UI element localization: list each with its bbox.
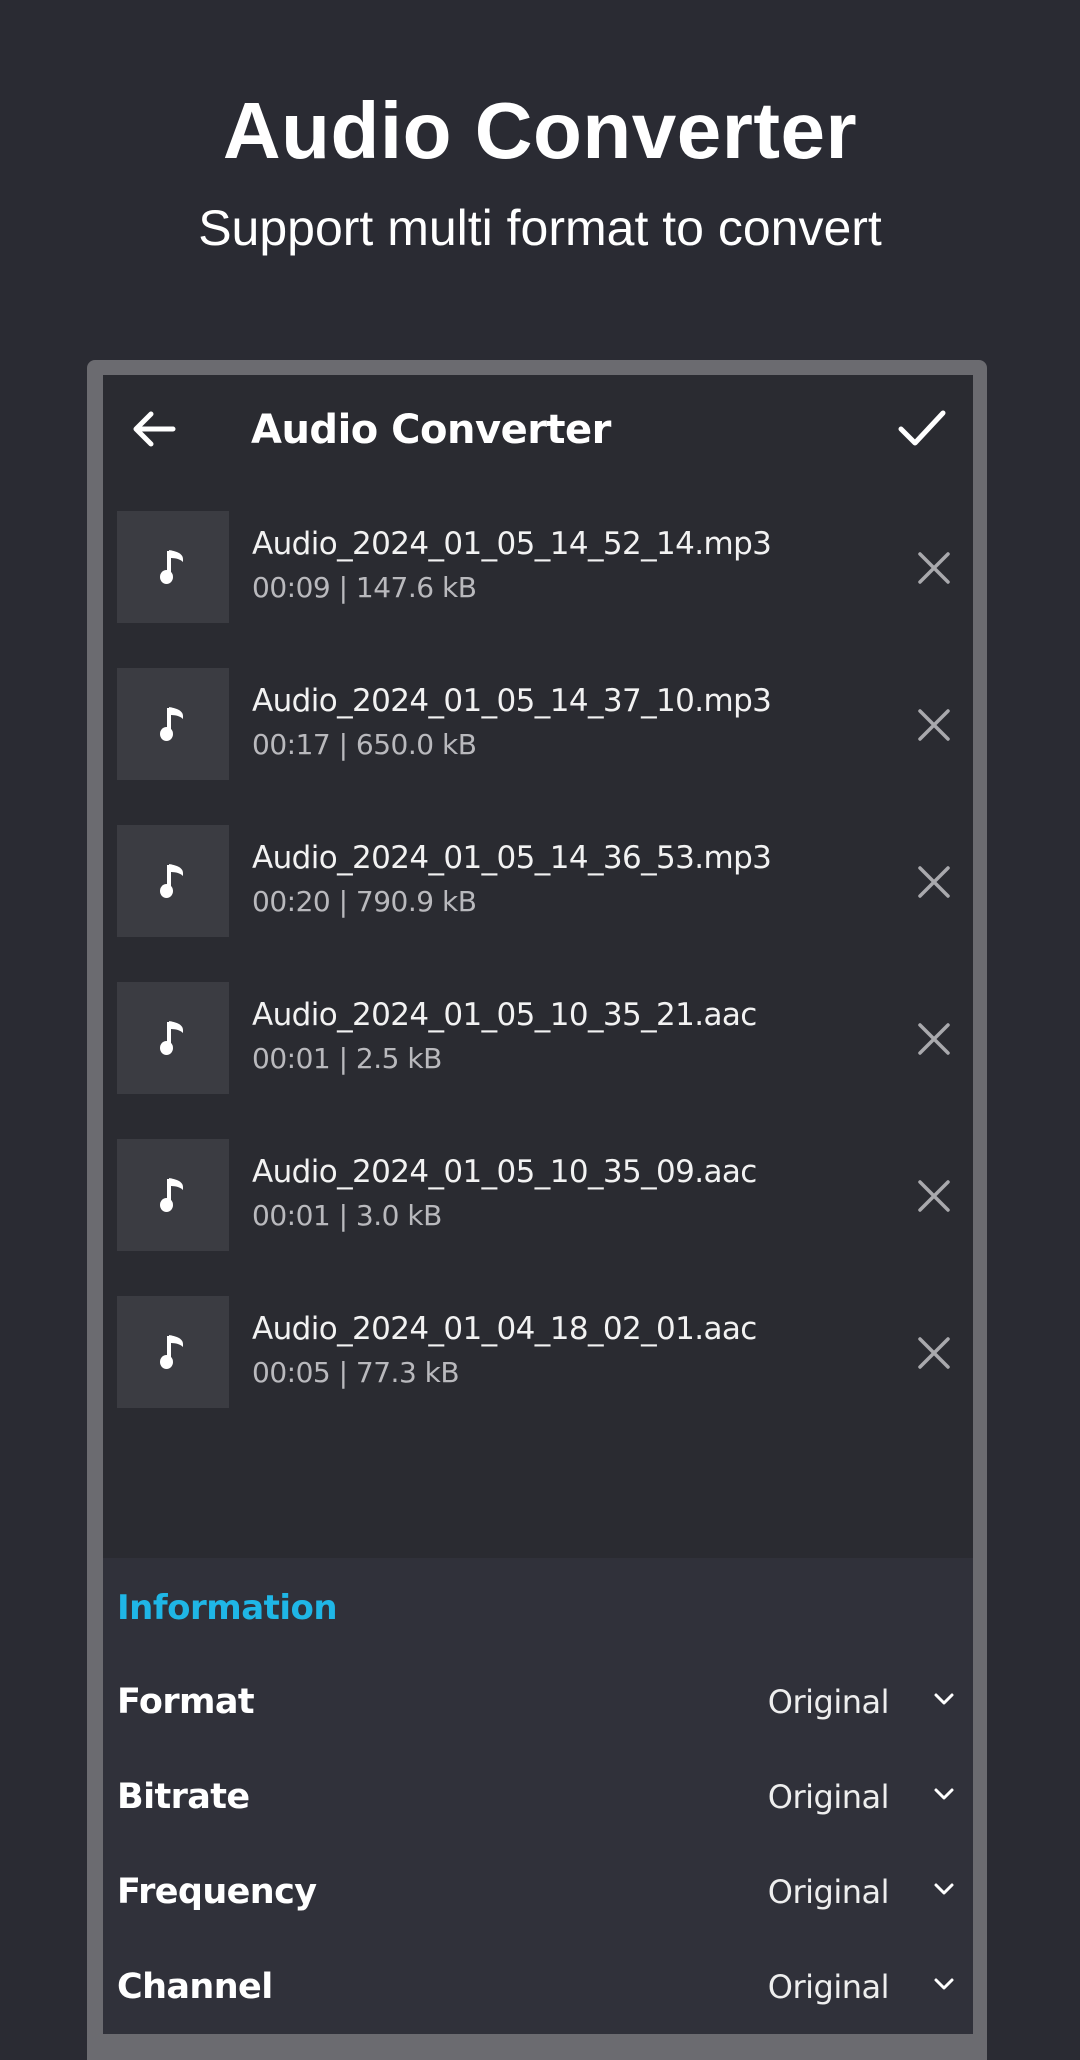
check-icon xyxy=(898,410,946,446)
file-thumbnail xyxy=(117,825,229,937)
file-meta: 00:20 | 790.9 kB xyxy=(252,885,477,918)
remove-file-button[interactable] xyxy=(915,1177,953,1215)
info-dropdown-value[interactable]: Original xyxy=(768,1966,890,2008)
file-thumbnail xyxy=(117,1139,229,1251)
file-name: Audio_2024_01_04_18_02_01.aac xyxy=(252,1311,757,1347)
close-icon xyxy=(918,1023,950,1055)
confirm-button[interactable] xyxy=(897,403,947,453)
file-name: Audio_2024_01_05_14_37_10.mp3 xyxy=(252,683,772,719)
information-panel: Information Format Original Bitrate Orig… xyxy=(103,1558,973,2034)
remove-file-button[interactable] xyxy=(915,863,953,901)
info-dropdown-value[interactable]: Original xyxy=(768,1681,890,1723)
info-label: Format xyxy=(117,1682,255,1722)
close-icon xyxy=(918,709,950,741)
file-thumbnail xyxy=(117,1296,229,1408)
file-thumbnail xyxy=(117,511,229,623)
promo-subtitle: Support multi format to convert xyxy=(198,200,882,256)
file-meta: 00:01 | 3.0 kB xyxy=(252,1199,442,1232)
file-meta: 00:09 | 147.6 kB xyxy=(252,571,477,604)
file-name: Audio_2024_01_05_14_52_14.mp3 xyxy=(252,526,772,562)
remove-file-button[interactable] xyxy=(915,706,953,744)
remove-file-button[interactable] xyxy=(915,1334,953,1372)
file-meta: 00:01 | 2.5 kB xyxy=(252,1042,442,1075)
file-list-item[interactable]: Audio_2024_01_05_10_35_21.aac 00:01 | 2.… xyxy=(103,982,973,1139)
info-label: Frequency xyxy=(117,1872,317,1912)
info-label: Channel xyxy=(117,1967,273,2007)
close-icon xyxy=(918,1180,950,1212)
chevron-down-icon xyxy=(934,1978,954,1990)
music-note-icon xyxy=(160,1178,183,1212)
info-row-bitrate[interactable]: Bitrate Original xyxy=(103,1762,973,1832)
screen-title: Audio Converter xyxy=(251,407,611,453)
music-note-icon xyxy=(160,707,183,741)
chevron-down-icon xyxy=(934,1883,954,1895)
close-icon xyxy=(918,552,950,584)
info-label: Bitrate xyxy=(117,1777,250,1817)
file-thumbnail xyxy=(117,982,229,1094)
info-dropdown-value[interactable]: Original xyxy=(768,1871,890,1913)
music-note-icon xyxy=(160,1335,183,1369)
remove-file-button[interactable] xyxy=(915,1020,953,1058)
file-name: Audio_2024_01_05_10_35_09.aac xyxy=(252,1154,757,1190)
info-dropdown-value[interactable]: Original xyxy=(768,1776,890,1818)
chevron-down-icon xyxy=(934,1788,954,1800)
chevron-down-icon xyxy=(934,1693,954,1705)
info-row-channel[interactable]: Channel Original xyxy=(103,1952,973,2022)
file-list-item[interactable]: Audio_2024_01_05_14_52_14.mp3 00:09 | 14… xyxy=(103,511,973,668)
app-screen: Audio Converter Audio_2024_01_05_14_52_1… xyxy=(103,375,973,2034)
file-list-item[interactable]: Audio_2024_01_04_18_02_01.aac 00:05 | 77… xyxy=(103,1296,973,1453)
remove-file-button[interactable] xyxy=(915,549,953,587)
information-heading: Information xyxy=(117,1588,338,1628)
promo-title: Audio Converter xyxy=(222,86,858,175)
file-name: Audio_2024_01_05_14_36_53.mp3 xyxy=(252,840,772,876)
file-list-item[interactable]: Audio_2024_01_05_14_37_10.mp3 00:17 | 65… xyxy=(103,668,973,825)
close-icon xyxy=(918,866,950,898)
file-name: Audio_2024_01_05_10_35_21.aac xyxy=(252,997,757,1033)
music-note-icon xyxy=(160,550,183,584)
file-list-item[interactable]: Audio_2024_01_05_10_35_09.aac 00:01 | 3.… xyxy=(103,1139,973,1296)
music-note-icon xyxy=(160,864,183,898)
file-meta: 00:17 | 650.0 kB xyxy=(252,728,477,761)
arrow-left-icon xyxy=(133,411,176,447)
app-bar: Audio Converter xyxy=(103,375,973,485)
file-thumbnail xyxy=(117,668,229,780)
file-list-item[interactable]: Audio_2024_01_05_14_36_53.mp3 00:20 | 79… xyxy=(103,825,973,982)
info-row-format[interactable]: Format Original xyxy=(103,1667,973,1737)
info-row-frequency[interactable]: Frequency Original xyxy=(103,1857,973,1927)
file-meta: 00:05 | 77.3 kB xyxy=(252,1356,460,1389)
close-icon xyxy=(918,1337,950,1369)
back-button[interactable] xyxy=(129,407,179,451)
music-note-icon xyxy=(160,1021,183,1055)
file-list: Audio_2024_01_05_14_52_14.mp3 00:09 | 14… xyxy=(103,511,973,1453)
